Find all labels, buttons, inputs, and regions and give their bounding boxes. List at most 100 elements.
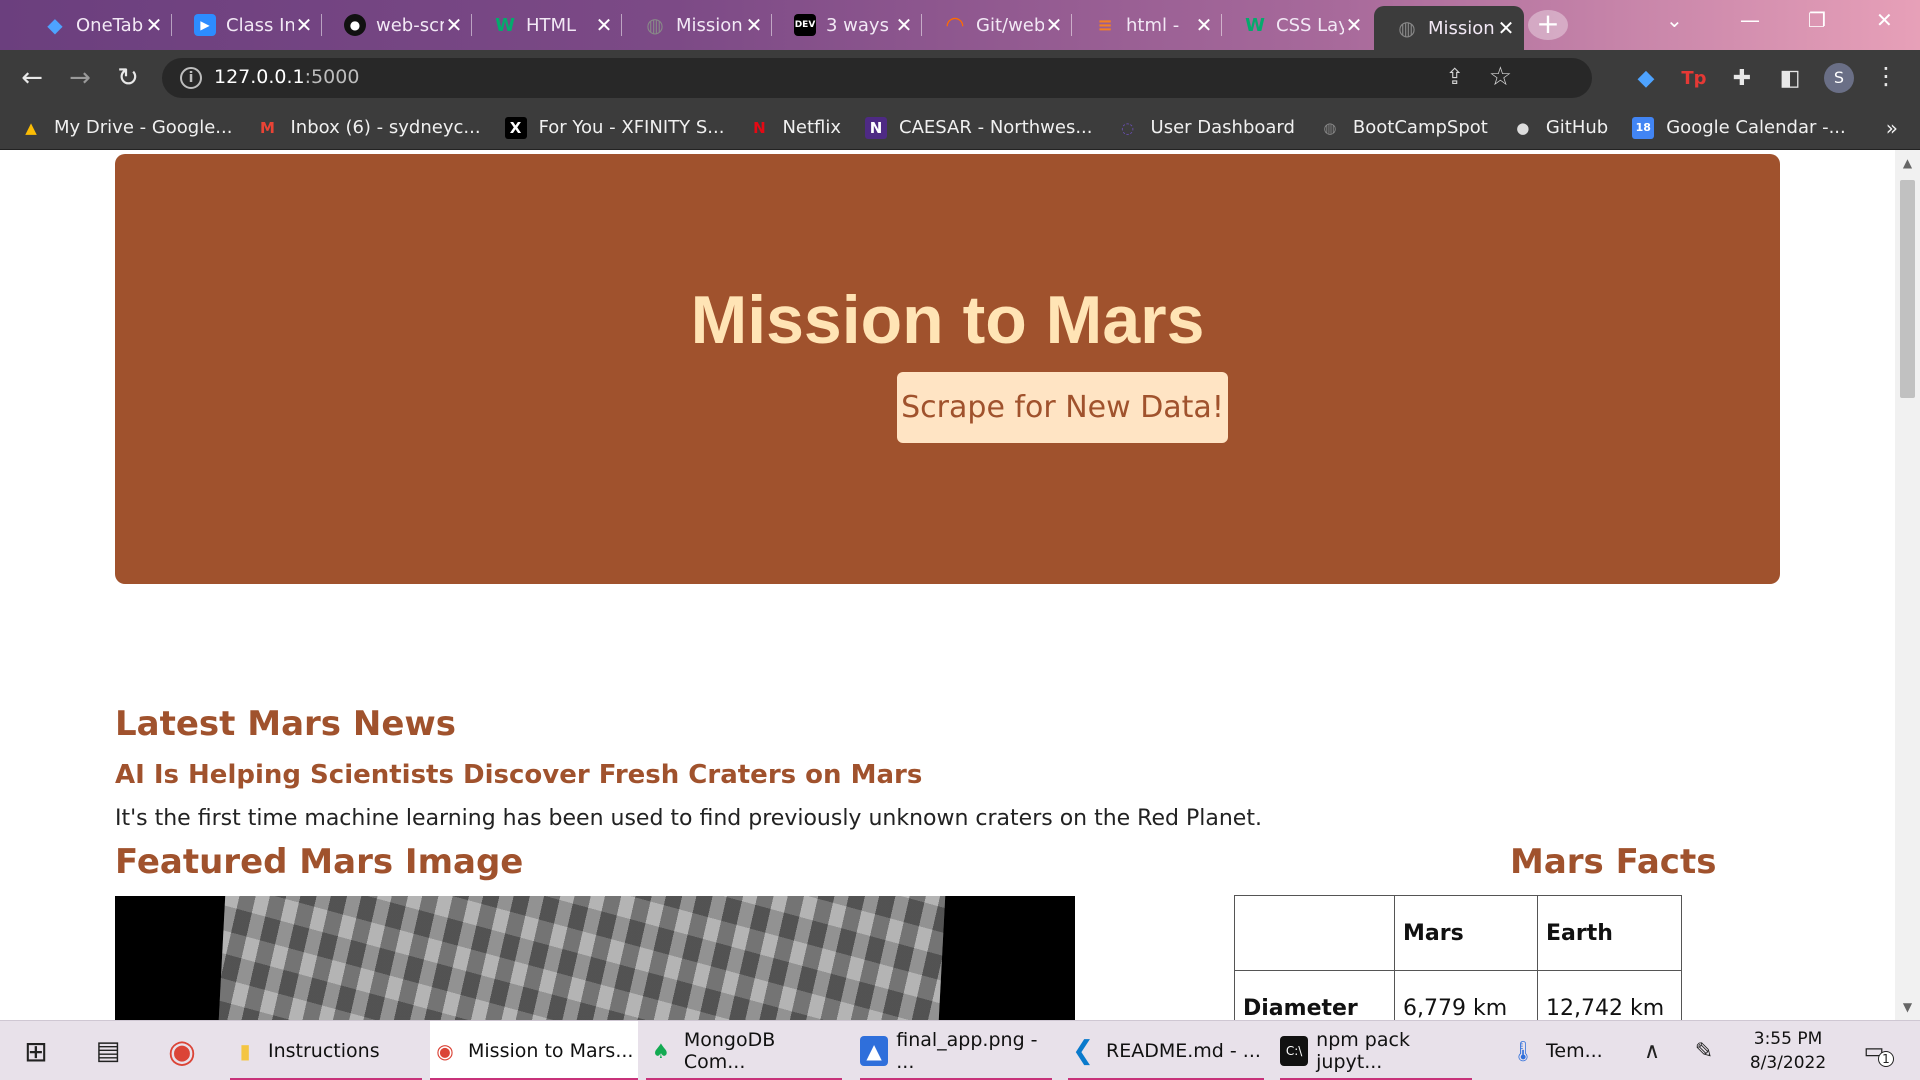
scrape-button[interactable]: Scrape for New Data! — [897, 372, 1228, 443]
side-panel-icon[interactable]: ◧ — [1776, 65, 1804, 93]
reload-icon[interactable]: ↻ — [112, 62, 144, 94]
system-clock[interactable]: 3:55 PM 8/3/2022 — [1738, 1027, 1838, 1075]
chrome-icon[interactable]: ◉ — [164, 1032, 200, 1070]
globe-icon: ◍ — [1323, 118, 1337, 137]
github-icon: ● — [1516, 118, 1530, 137]
forward-icon[interactable]: → — [64, 62, 96, 94]
tab-css-layout[interactable]: W CSS Layout ✕ — [1222, 8, 1372, 42]
new-tab-button[interactable]: + — [1528, 10, 1568, 40]
scroll-down-icon[interactable]: ▼ — [1895, 1000, 1920, 1014]
url-host: 127.0.0.1 — [214, 66, 305, 88]
netflix-icon: N — [753, 118, 766, 137]
bookmark-caesar[interactable]: N CAESAR - Northwes... — [865, 116, 1093, 139]
table-cell: Diameter — [1234, 970, 1395, 1020]
dev-icon: DEV — [794, 14, 816, 36]
tab-git-web[interactable]: ◠ Git/web ✕ — [922, 8, 1072, 42]
vertical-scrollbar[interactable]: ▲ ▼ — [1895, 150, 1920, 1020]
close-icon[interactable]: ✕ — [444, 13, 464, 37]
bookmark-my-drive[interactable]: ▲ My Drive - Google... — [20, 117, 232, 139]
close-icon[interactable]: ✕ — [1496, 16, 1516, 40]
news-heading: Latest Mars News — [115, 704, 457, 744]
table-header-cell — [1234, 895, 1395, 971]
taskbar-weather[interactable]: 🌡︎ Tem... — [1508, 1021, 1618, 1080]
xfinity-icon: X — [504, 116, 527, 139]
bookmark-github[interactable]: ● GitHub — [1512, 117, 1608, 139]
taskbar-app-mongodb[interactable]: ♠ MongoDB Com... — [646, 1021, 842, 1080]
more-bookmarks-icon[interactable]: » — [1886, 116, 1898, 140]
facts-heading: Mars Facts — [1510, 842, 1717, 882]
scroll-up-icon[interactable]: ▲ — [1895, 156, 1920, 170]
onetab-extension-icon[interactable]: ◆ — [1632, 65, 1660, 93]
tab-mission-to-mars[interactable]: ◍ Mission to Mars ✕ — [622, 8, 772, 42]
back-icon[interactable]: ← — [16, 62, 48, 94]
bookmark-netflix[interactable]: N Netflix — [748, 117, 841, 139]
close-window-icon[interactable]: ✕ — [1876, 8, 1893, 32]
photos-icon: ▲ — [860, 1036, 889, 1066]
tab-3-ways[interactable]: DEV 3 ways ✕ — [772, 8, 922, 42]
tab-onetab[interactable]: ◆ OneTab ✕ — [22, 8, 172, 42]
windows-start-icon[interactable]: ⊞ — [18, 1033, 54, 1069]
close-icon[interactable]: ✕ — [894, 13, 914, 37]
mongodb-icon: ♠ — [651, 1039, 670, 1063]
bookmark-star-icon[interactable]: ☆ — [1489, 62, 1512, 92]
close-icon[interactable]: ✕ — [594, 13, 614, 37]
bookmark-label: Google Calendar -... — [1666, 117, 1846, 138]
page-title: Mission to Mars — [690, 282, 1205, 358]
bookmark-xfinity[interactable]: X For You - XFINITY S... — [504, 116, 725, 139]
tab-class-instructions[interactable]: ▶ Class Instructions ✕ — [172, 8, 322, 42]
temperature-icon: 🌡︎ — [1510, 1039, 1536, 1063]
bookmark-user-dashboard[interactable]: ◌ User Dashboard — [1117, 117, 1295, 139]
jumbotron: Mission to Mars Scrape for New Data! — [115, 154, 1780, 584]
close-icon[interactable]: ✕ — [744, 13, 764, 37]
taskbar-app-vscode[interactable]: ❮ README.md - ... — [1068, 1021, 1264, 1080]
pen-icon[interactable]: ✎ — [1686, 1033, 1722, 1069]
scroll-thumb[interactable] — [1900, 180, 1915, 398]
restore-icon[interactable]: ❐ — [1808, 8, 1826, 32]
bookmark-label: CAESAR - Northwes... — [899, 117, 1093, 138]
news-paragraph: It's the first time machine learning has… — [115, 806, 1262, 831]
task-view-icon[interactable]: ▤ — [90, 1033, 126, 1069]
taskbar-app-label: Instructions — [268, 1040, 380, 1062]
notification-count: 1 — [1878, 1051, 1894, 1067]
table-header-cell: Earth — [1537, 895, 1682, 971]
tab-title: Mission — [1428, 17, 1495, 39]
vscode-icon: ❮ — [1072, 1036, 1094, 1066]
profile-avatar[interactable]: S — [1824, 63, 1854, 93]
tab-html[interactable]: W HTML ✕ — [472, 8, 622, 42]
tab-search-icon[interactable]: ⌄ — [1666, 8, 1683, 32]
taskbar-app-label: Tem... — [1546, 1040, 1603, 1062]
bookmark-inbox[interactable]: M Inbox (6) - sydneyc... — [256, 117, 481, 139]
notification-icon[interactable]: ▭ 1 — [1856, 1033, 1894, 1069]
featured-mars-image — [115, 896, 1075, 1020]
tab-mission-active[interactable]: ◍ Mission ✕ — [1374, 6, 1524, 50]
taskbar-app-instructions[interactable]: ▮ Instructions — [230, 1021, 422, 1080]
chevron-up-icon[interactable]: ∧ — [1634, 1033, 1670, 1069]
browser-toolbar: ← → ↻ i 127.0.0.1:5000 ⇪ ☆ ◆ Tp ✚ ◧ S ⋮ — [0, 50, 1920, 106]
close-icon[interactable]: ✕ — [1344, 13, 1364, 37]
tp-extension-icon[interactable]: Tp — [1680, 65, 1708, 93]
bookmark-google-calendar[interactable]: 18 Google Calendar -... — [1632, 116, 1846, 139]
close-icon[interactable]: ✕ — [294, 13, 314, 37]
url-text[interactable]: 127.0.0.1:5000 — [214, 66, 359, 88]
info-icon[interactable]: i — [180, 67, 202, 89]
github-icon: ● — [344, 14, 366, 36]
tab-html-stackoverflow[interactable]: ≡ html - ✕ — [1072, 8, 1222, 42]
taskbar-app-chrome-mars[interactable]: ◉ Mission to Mars... — [430, 1021, 638, 1080]
taskbar-app-photos[interactable]: ▲ final_app.png - ... — [860, 1021, 1052, 1080]
bookmark-label: User Dashboard — [1150, 117, 1295, 138]
address-bar[interactable]: i 127.0.0.1:5000 ⇪ ☆ — [162, 58, 1592, 98]
bookmark-label: For You - XFINITY S... — [538, 117, 725, 138]
close-icon[interactable]: ✕ — [1044, 13, 1064, 37]
tab-web-scraping[interactable]: ● web-scraping ✕ — [322, 8, 472, 42]
share-icon[interactable]: ⇪ — [1446, 65, 1464, 90]
more-menu-icon[interactable]: ⋮ — [1874, 62, 1898, 90]
taskbar-app-terminal[interactable]: C:\ npm pack jupyt... — [1280, 1021, 1472, 1080]
extensions-puzzle-icon[interactable]: ✚ — [1728, 65, 1756, 93]
table-cell: 12,742 km — [1537, 970, 1682, 1020]
minimize-icon[interactable]: — — [1740, 8, 1760, 32]
close-icon[interactable]: ✕ — [1194, 13, 1214, 37]
close-icon[interactable]: ✕ — [144, 13, 164, 37]
northwestern-icon: N — [865, 116, 888, 139]
bookmark-bootcampspot[interactable]: ◍ BootCampSpot — [1319, 117, 1487, 139]
table-header-row: Mars Earth — [1234, 895, 1682, 971]
